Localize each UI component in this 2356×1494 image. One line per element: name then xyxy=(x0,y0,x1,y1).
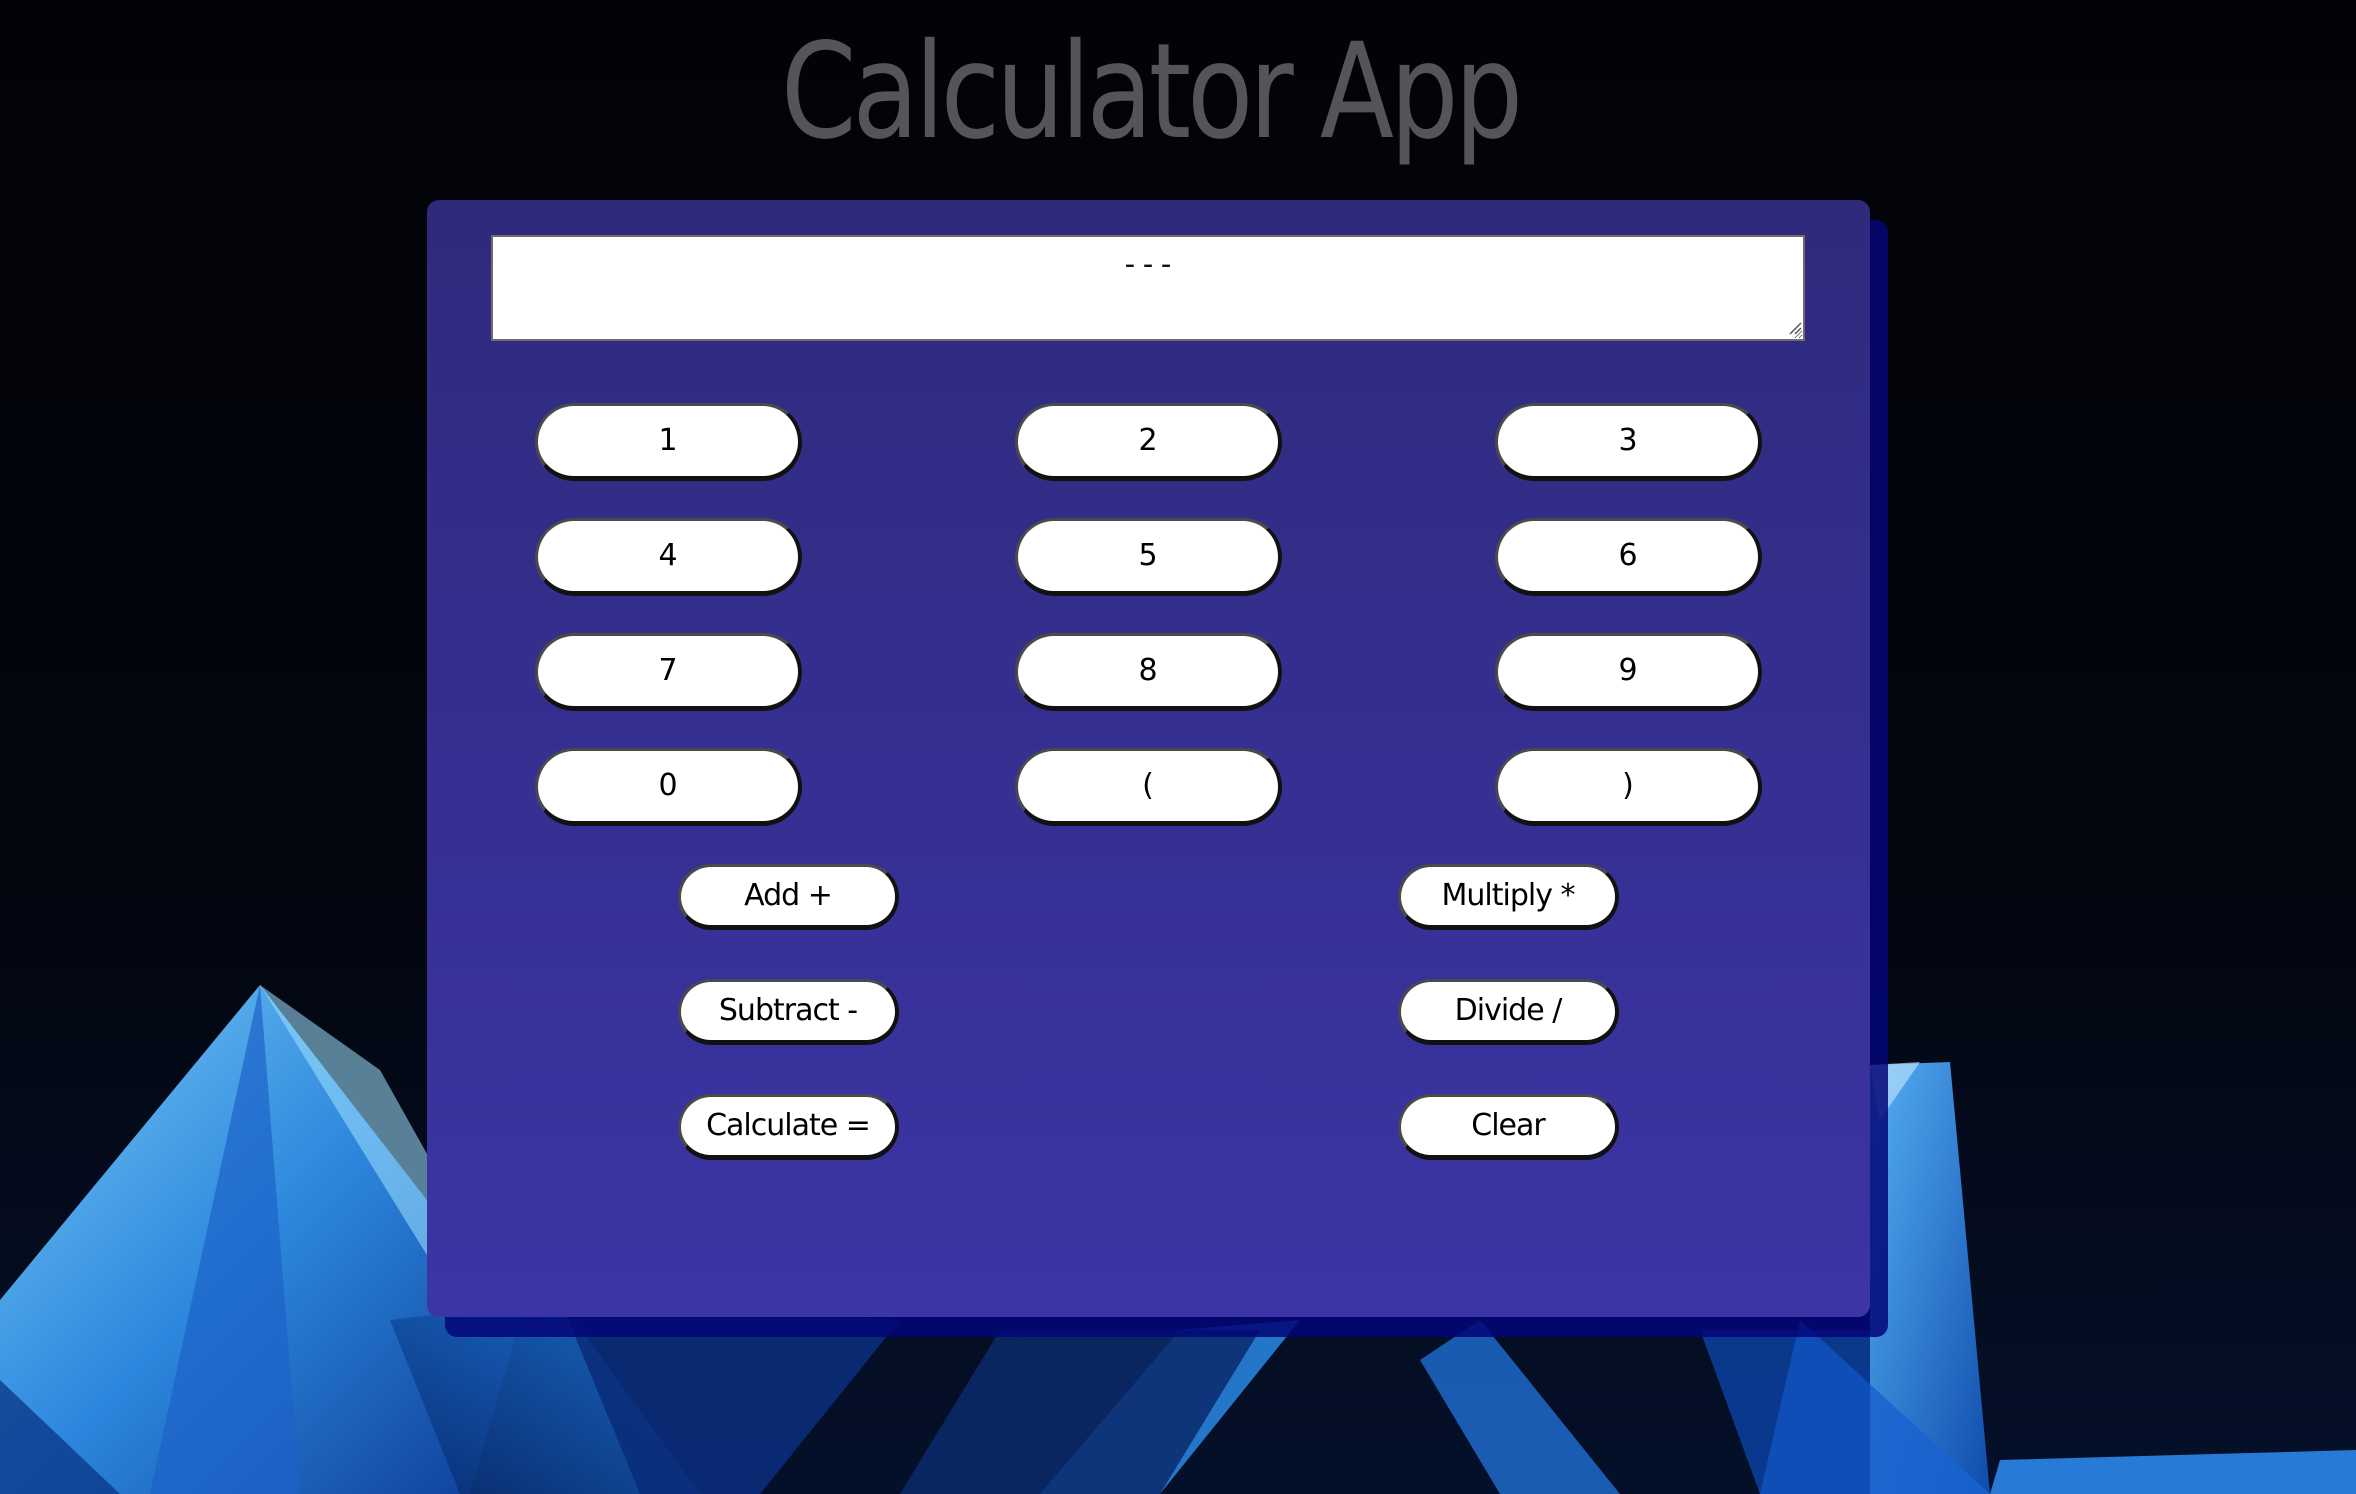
open-paren-button[interactable]: ( xyxy=(1015,748,1282,826)
calculate-button[interactable]: Calculate = xyxy=(678,1094,899,1160)
multiply-button[interactable]: Multiply * xyxy=(1398,864,1619,930)
digit-1-button[interactable]: 1 xyxy=(535,403,802,481)
resize-grip-icon[interactable] xyxy=(1788,321,1802,335)
clear-button[interactable]: Clear xyxy=(1398,1094,1619,1160)
digit-0-button[interactable]: 0 xyxy=(535,748,802,826)
digit-9-button[interactable]: 9 xyxy=(1495,633,1762,711)
divide-button[interactable]: Divide / xyxy=(1398,979,1619,1045)
digit-3-button[interactable]: 3 xyxy=(1495,403,1762,481)
subtract-button[interactable]: Subtract - xyxy=(678,979,899,1045)
digit-7-button[interactable]: 7 xyxy=(535,633,802,711)
digit-2-button[interactable]: 2 xyxy=(1015,403,1282,481)
close-paren-button[interactable]: ) xyxy=(1495,748,1762,826)
calculator-panel: --- 1 2 3 4 5 6 7 8 9 0 ( ) Add + Multip… xyxy=(427,200,1870,1317)
digit-5-button[interactable]: 5 xyxy=(1015,518,1282,596)
digit-4-button[interactable]: 4 xyxy=(535,518,802,596)
add-button[interactable]: Add + xyxy=(678,864,899,930)
digit-6-button[interactable]: 6 xyxy=(1495,518,1762,596)
page-title: Calculator App xyxy=(780,15,1523,169)
display-textarea[interactable]: --- xyxy=(491,235,1805,341)
digit-8-button[interactable]: 8 xyxy=(1015,633,1282,711)
